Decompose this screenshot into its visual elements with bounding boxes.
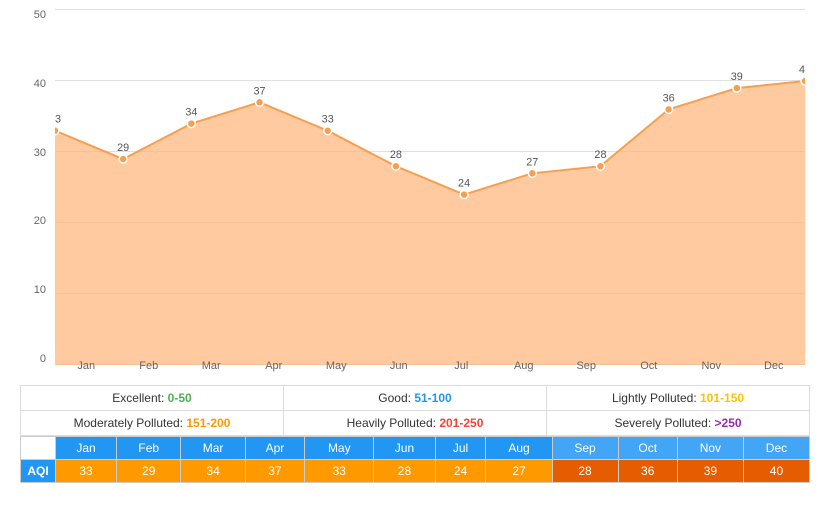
table-header-nov: Nov (677, 437, 743, 460)
table-header-dec: Dec (743, 437, 809, 460)
y-label-10: 10 (20, 285, 50, 296)
svg-text:28: 28 (594, 149, 606, 161)
table-cell-sep: 28 (552, 460, 618, 483)
data-table: JanFebMarAprMayJunJulAugSepOctNovDecAQI3… (20, 436, 810, 483)
x-label-jan: Jan (55, 360, 118, 380)
x-label-dec: Dec (743, 360, 806, 380)
table-header-jun: Jun (374, 437, 435, 460)
legend-good: Good: 51-100 (284, 386, 547, 410)
legend-row-1: Excellent: 0-50 Good: 51-100 Lightly Pol… (21, 386, 809, 411)
svg-text:24: 24 (458, 178, 470, 190)
x-label-jun: Jun (368, 360, 431, 380)
table-header-empty (21, 437, 56, 460)
table-header-sep: Sep (552, 437, 618, 460)
table-cell-nov: 39 (677, 460, 743, 483)
table-cell-jan: 33 (56, 460, 117, 483)
legend-area: Excellent: 0-50 Good: 51-100 Lightly Pol… (20, 385, 810, 436)
table-cell-jul: 24 (435, 460, 486, 483)
svg-text:29: 29 (117, 142, 129, 154)
chart-container: 0 10 20 30 40 50 33293437332824272836394… (0, 0, 830, 483)
x-label-feb: Feb (118, 360, 181, 380)
table-cell-oct: 36 (618, 460, 677, 483)
table-header-jan: Jan (56, 437, 117, 460)
table-header-oct: Oct (618, 437, 677, 460)
x-label-apr: Apr (243, 360, 306, 380)
y-axis: 0 10 20 30 40 50 (20, 10, 50, 365)
x-label-sep: Sep (555, 360, 618, 380)
table-cell-apr: 37 (245, 460, 304, 483)
chart-area: 0 10 20 30 40 50 33 29 34 37 33 28 24 27 28 36 39 4… (20, 10, 810, 380)
table-cell-jun: 28 (374, 460, 435, 483)
y-label-0: 0 (20, 354, 50, 365)
table-cell-aug: 27 (486, 460, 552, 483)
legend-moderately: Moderately Polluted: 151-200 (21, 411, 284, 435)
x-label-aug: Aug (493, 360, 556, 380)
area-chart-svg: 33 29 34 37 33 28 24 27 28 36 39 40 (55, 10, 805, 365)
legend-severely: Severely Polluted: >250 (547, 411, 809, 435)
svg-text:37: 37 (254, 85, 266, 97)
svg-text:34: 34 (185, 107, 197, 119)
legend-row-2: Moderately Polluted: 151-200 Heavily Pol… (21, 411, 809, 435)
legend-lightly: Lightly Polluted: 101-150 (547, 386, 809, 410)
svg-text:40: 40 (799, 64, 805, 76)
table-header-mar: Mar (181, 437, 245, 460)
svg-text:33: 33 (55, 114, 61, 126)
x-label-jul: Jul (430, 360, 493, 380)
svg-text:33: 33 (322, 114, 334, 126)
table-header-jul: Jul (435, 437, 486, 460)
table-header-apr: Apr (245, 437, 304, 460)
table-cell-may: 33 (305, 460, 374, 483)
y-label-40: 40 (20, 79, 50, 90)
y-label-20: 20 (20, 216, 50, 227)
svg-text:27: 27 (526, 156, 538, 168)
table-cell-mar: 34 (181, 460, 245, 483)
svg-text:28: 28 (390, 149, 402, 161)
table-header-may: May (305, 437, 374, 460)
y-label-50: 50 (20, 10, 50, 21)
x-label-may: May (305, 360, 368, 380)
x-axis: JanFebMarAprMayJunJulAugSepOctNovDec (55, 360, 805, 380)
table-cell-dec: 40 (743, 460, 809, 483)
table-row-label: AQI (21, 460, 56, 483)
x-label-mar: Mar (180, 360, 243, 380)
x-label-oct: Oct (618, 360, 681, 380)
table-header-feb: Feb (117, 437, 181, 460)
y-label-30: 30 (20, 148, 50, 159)
table-cell-feb: 29 (117, 460, 181, 483)
legend-heavily: Heavily Polluted: 201-250 (284, 411, 547, 435)
svg-text:36: 36 (663, 92, 675, 104)
svg-text:39: 39 (731, 71, 743, 83)
table-header-aug: Aug (486, 437, 552, 460)
legend-excellent: Excellent: 0-50 (21, 386, 284, 410)
chart-inner: 33 29 34 37 33 28 24 27 28 36 39 40 (55, 10, 805, 365)
x-label-nov: Nov (680, 360, 743, 380)
